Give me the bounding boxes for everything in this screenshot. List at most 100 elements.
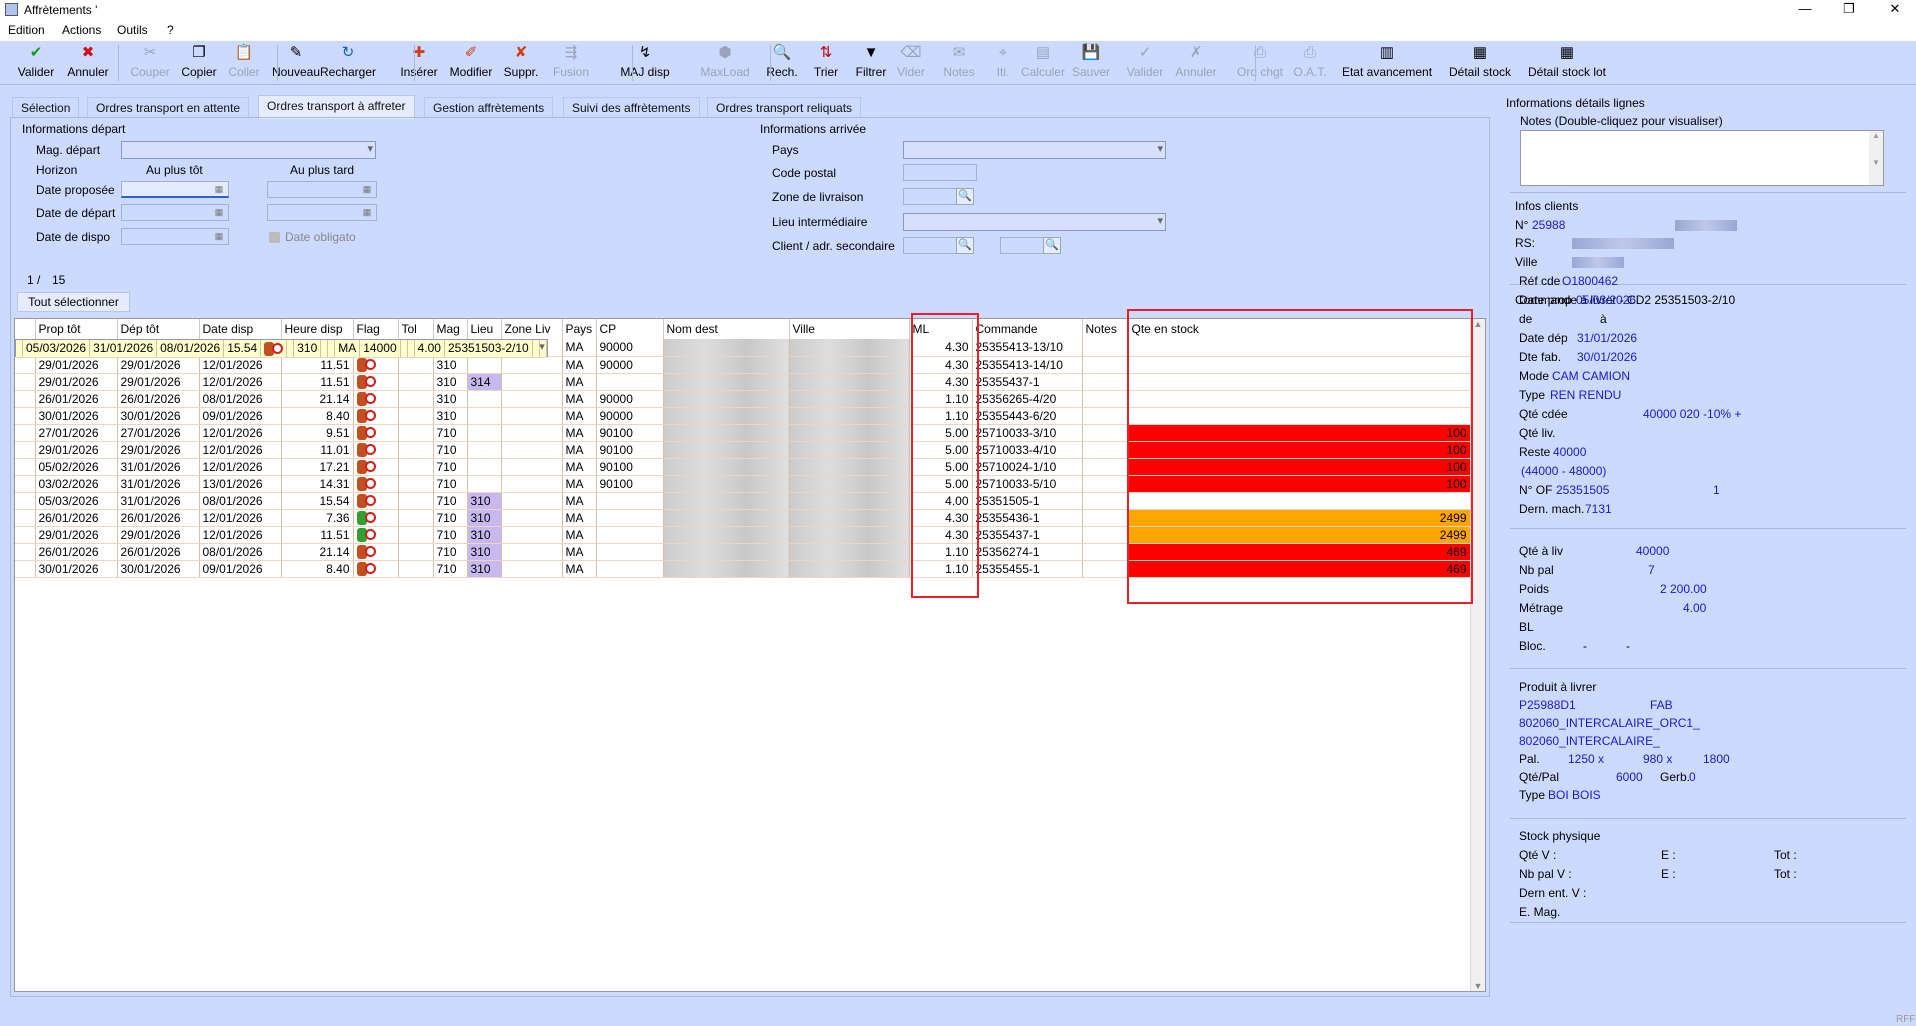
table-cell: MA: [562, 475, 597, 493]
column-header[interactable]: Zone Liv: [501, 319, 563, 339]
date-proposee-tot-input[interactable]: ▦: [121, 181, 229, 198]
scroll-down-icon[interactable]: ▼: [1471, 981, 1485, 991]
notes-textarea[interactable]: ▲ ▼: [1520, 130, 1884, 186]
date-depart-tard-input[interactable]: ▦: [267, 204, 377, 221]
tab-3[interactable]: Gestion affrètements: [424, 97, 554, 118]
date-depart-tot-input[interactable]: ▦: [121, 204, 229, 221]
column-header[interactable]: Flag: [353, 319, 399, 339]
calendar-icon[interactable]: ▦: [359, 182, 375, 197]
toolbar-button-1[interactable]: ✖ Annuler: [64, 43, 112, 83]
table-cell: 710: [433, 424, 468, 442]
column-header[interactable]: Notes: [1082, 319, 1129, 339]
column-header[interactable]: Lieu: [467, 319, 502, 339]
toolbar-button-7[interactable]: ✚ Insérer: [396, 43, 442, 83]
column-header[interactable]: Date disp: [199, 319, 282, 339]
tab-0[interactable]: Sélection: [12, 97, 80, 118]
toolbar-button-4[interactable]: 📋 Coller: [224, 43, 264, 83]
toolbar-button-16[interactable]: ⌫ Vider: [891, 43, 931, 83]
search-icon[interactable]: 🔍: [956, 188, 974, 205]
detail-pal1: 1250 x: [1568, 752, 1605, 766]
toolbar-button-3[interactable]: ❐ Copier: [179, 43, 219, 83]
toolbar-button-2[interactable]: ✂ Couper: [130, 43, 170, 83]
menu-outils[interactable]: Outils: [117, 23, 148, 37]
toolbar-button-20[interactable]: 💾 Sauver: [1067, 43, 1115, 83]
tol-cell: [398, 441, 434, 459]
toolbar-button-8[interactable]: ✐ Modifier: [446, 43, 496, 83]
rs-blurred: [1572, 238, 1674, 249]
scroll-up-icon[interactable]: ▲: [1471, 319, 1485, 329]
toolbar-button-9[interactable]: ✘ Suppr.: [500, 43, 542, 83]
tol-cell: [398, 356, 434, 374]
toolbar-button-21[interactable]: ✓ Valider: [1122, 43, 1168, 83]
lieu-intermediaire-select[interactable]: [903, 213, 1166, 231]
toolbar-button-25[interactable]: ▥ Etat avancement: [1337, 43, 1437, 83]
column-header[interactable]: Mag: [433, 319, 468, 339]
toolbar-button-12[interactable]: ⬢ MaxLoad: [697, 43, 753, 83]
toolbar-button-6[interactable]: ↻ Recharger: [317, 43, 379, 83]
calendar-icon[interactable]: ▦: [359, 205, 375, 220]
date-dispo-input[interactable]: ▦: [121, 228, 229, 245]
date-obligato-checkbox[interactable]: Date obligato: [269, 230, 356, 244]
tab-5[interactable]: Ordres transport reliquats: [707, 97, 862, 118]
notes-scrollbar[interactable]: ▲ ▼: [1869, 131, 1883, 185]
toolbar-button-5[interactable]: ✎ Nouveau: [271, 43, 321, 83]
zone-livraison-label: Zone de livraison: [772, 190, 864, 204]
detail-date-prop-label: Date prop: [1519, 293, 1572, 307]
toolbar-button-19[interactable]: ▤ Calculer: [1014, 43, 1072, 83]
calendar-icon[interactable]: ▦: [211, 182, 227, 197]
calendar-icon[interactable]: ▦: [211, 229, 227, 244]
detail-mode: CAM CAMION: [1552, 369, 1630, 383]
pays-select[interactable]: [903, 141, 1166, 159]
table-cell: 26/01/2026: [35, 509, 118, 527]
toolbar-button-0[interactable]: ✔ Valider: [16, 43, 56, 83]
client-input[interactable]: [903, 237, 957, 254]
close-icon[interactable]: ✕: [1880, 0, 1910, 20]
toolbar-button-22[interactable]: ✗ Annuler: [1172, 43, 1220, 83]
menu-help[interactable]: ?: [167, 23, 174, 37]
maximize-icon[interactable]: ❐: [1834, 0, 1864, 20]
ville-blurred: [789, 458, 910, 476]
search-icon[interactable]: 🔍: [956, 237, 974, 254]
toolbar-button-23[interactable]: ⎙ Ord chgt: [1232, 43, 1288, 83]
column-header[interactable]: Prop tôt: [35, 319, 118, 339]
toolbar-button-14[interactable]: ⇅ Trier: [807, 43, 845, 83]
calendar-icon[interactable]: ▦: [211, 205, 227, 220]
table-row[interactable]: 05/03/2026 31/01/2026 08/01/2026 15.54 310 MA…: [15, 339, 548, 358]
date-proposee-tard-input[interactable]: ▦: [267, 181, 377, 198]
tol-cell: [398, 560, 434, 578]
minimize-icon[interactable]: —: [1790, 0, 1820, 20]
column-header[interactable]: Heure disp: [281, 319, 354, 339]
table-cell: 09/01/2026: [199, 407, 282, 425]
tab-1[interactable]: Ordres transport en attente: [87, 97, 250, 118]
column-header[interactable]: Ville: [789, 319, 910, 339]
tab-4[interactable]: Suivi des affrètements: [563, 97, 700, 118]
progress-icon: ▥: [1379, 44, 1395, 61]
column-header[interactable]: Nom dest: [663, 319, 790, 339]
code-postal-input[interactable]: [903, 164, 977, 181]
column-header[interactable]: Dép tôt: [117, 319, 200, 339]
toolbar-button-26[interactable]: ▦ Détail stock: [1445, 43, 1515, 83]
column-header[interactable]: Pays: [562, 319, 597, 339]
column-header[interactable]: CP: [596, 319, 664, 339]
column-header[interactable]: Tol: [398, 319, 434, 339]
lieu-intermediaire-label: Lieu intermédiaire: [772, 215, 868, 229]
toolbar-button-17[interactable]: ✉ Notes: [938, 43, 980, 83]
column-header[interactable]: Commande: [972, 319, 1083, 339]
tab-2[interactable]: Ordres transport à affreter: [258, 95, 415, 119]
menu-actions[interactable]: Actions: [62, 23, 101, 37]
toolbar-button-15[interactable]: ▼ Filtrer: [850, 43, 892, 83]
stock-lot-icon: ▦: [1559, 44, 1575, 61]
toolbar-button-24[interactable]: ⎙ O.A.T.: [1292, 43, 1328, 83]
toolbar-button-11[interactable]: ↯ MAJ disp: [617, 43, 673, 83]
lieu-cell: [467, 441, 502, 459]
select-all-button[interactable]: Tout sélectionner: [17, 292, 130, 312]
search-icon[interactable]: 🔍: [1043, 237, 1061, 254]
toolbar-button-10[interactable]: ⇶ Fusion: [549, 43, 593, 83]
mag-depart-select[interactable]: [121, 141, 376, 159]
adr-secondaire-input[interactable]: [1000, 237, 1044, 254]
zone-livraison-input[interactable]: [903, 188, 957, 205]
menu-edition[interactable]: Edition: [8, 23, 45, 37]
tol-cell: [398, 390, 434, 408]
toolbar-button-27[interactable]: ▦ Détail stock lot: [1521, 43, 1613, 83]
lieu-cell: 314: [467, 373, 502, 391]
